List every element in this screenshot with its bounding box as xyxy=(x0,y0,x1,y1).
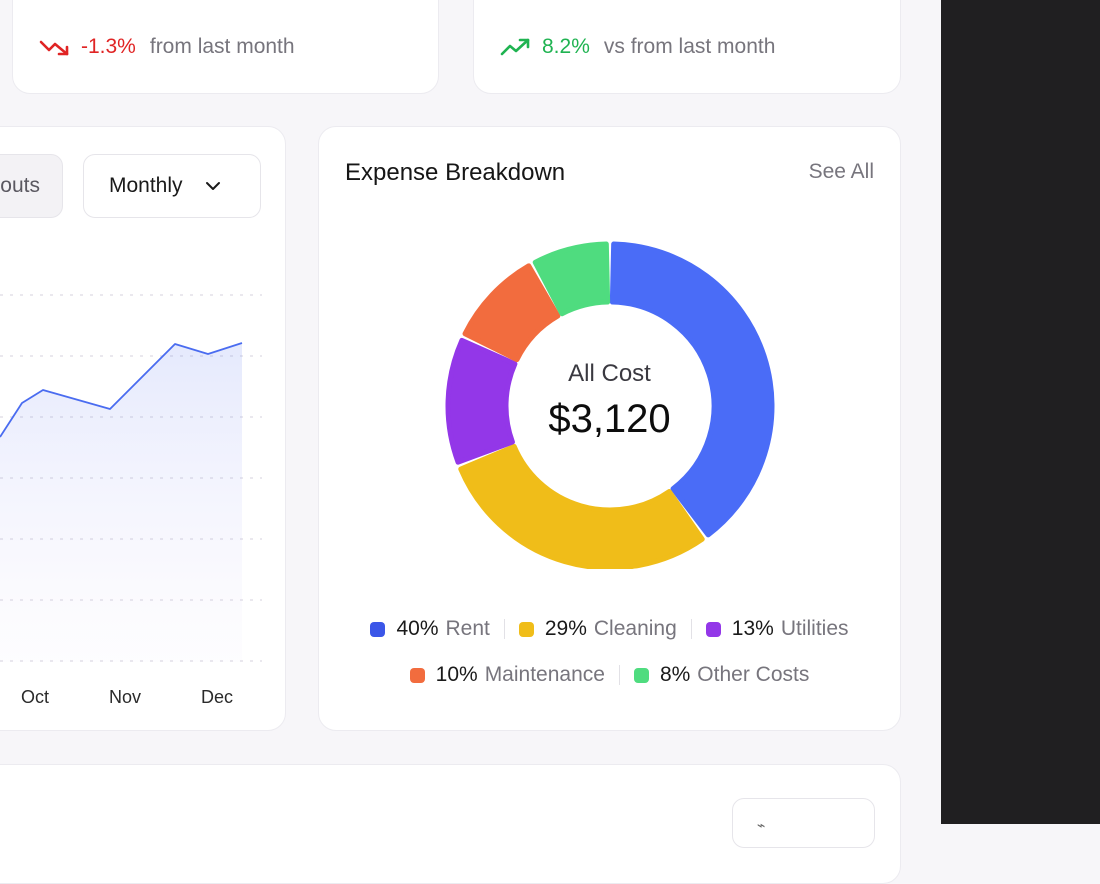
x-tick-label: Oct xyxy=(21,687,49,707)
card-title: Expense Breakdown xyxy=(345,159,566,186)
period-dropdown-label: Monthly xyxy=(109,174,183,197)
legend-item-maintenance: 10% Maintenance xyxy=(409,663,605,687)
legend-item-rent: 40% Rent xyxy=(370,617,490,641)
revenue-line-chart: Oct Nov Dec xyxy=(0,294,262,707)
kpi-change-value: -1.3% xyxy=(81,35,136,58)
donut-center-label: All Cost xyxy=(568,360,651,387)
payouts-filter-button[interactable]: outs xyxy=(0,154,63,218)
legend-item-cleaning: 29% Cleaning xyxy=(518,617,677,641)
legend-swatch xyxy=(705,621,721,637)
legend-label: Other Costs xyxy=(697,663,810,686)
legend-item-utilities: 13% Utilities xyxy=(705,617,849,641)
expense-breakdown-card: Expense Breakdown See All All Cost $3,12… xyxy=(318,126,901,731)
x-tick-label: Nov xyxy=(109,687,141,707)
dark-side-panel xyxy=(941,0,1100,824)
legend-swatch xyxy=(633,667,649,683)
legend-pct: 10% xyxy=(435,663,478,686)
filter-icon: ⌁ xyxy=(757,817,766,833)
kpi-trend-row: -1.3% from last month xyxy=(39,35,295,59)
trend-up-icon xyxy=(500,38,530,56)
legend-label: Utilities xyxy=(780,617,849,640)
kpi-card-2: 8.2% vs from last month xyxy=(473,0,901,94)
legend-label: Maintenance xyxy=(484,663,605,686)
chevron-down-icon xyxy=(205,182,220,190)
legend-divider xyxy=(618,665,620,685)
kpi-card-1: -1.3% from last month xyxy=(12,0,439,94)
payouts-filter-label: outs xyxy=(0,174,40,197)
legend-pct: 8% xyxy=(659,663,691,686)
legend-divider xyxy=(690,619,692,639)
legend-pct: 40% xyxy=(396,617,439,640)
donut-center-value: $3,120 xyxy=(548,397,671,441)
legend-label: Rent xyxy=(445,617,490,640)
legend-swatch xyxy=(370,621,386,637)
kpi-change-caption: from last month xyxy=(149,35,295,58)
legend-pct: 13% xyxy=(731,617,774,640)
kpi-trend-row: 8.2% vs from last month xyxy=(500,35,775,59)
legend-item-other-costs: 8% Other Costs xyxy=(633,663,810,687)
legend-swatch xyxy=(518,621,534,637)
legend-row: 40% Rent 29% Cleaning 13% Utilities xyxy=(319,617,900,641)
kpi-change-value: 8.2% xyxy=(542,35,590,58)
kpi-change-caption: vs from last month xyxy=(603,35,776,58)
period-dropdown[interactable]: Monthly xyxy=(83,154,261,218)
donut-slice-cleaning xyxy=(458,443,705,569)
revenue-area xyxy=(0,343,242,662)
trend-down-icon xyxy=(39,40,69,56)
bottom-card-action-button[interactable]: ⌁ xyxy=(732,798,875,848)
x-tick-label: Dec xyxy=(201,687,233,707)
legend-pct: 29% xyxy=(544,617,587,640)
legend-label: Cleaning xyxy=(593,617,677,640)
legend-row: 10% Maintenance 8% Other Costs xyxy=(319,663,900,687)
legend-divider xyxy=(503,619,505,639)
legend-swatch xyxy=(409,667,425,683)
see-all-link[interactable]: See All xyxy=(809,160,874,184)
donut-slice-rent xyxy=(609,241,775,538)
